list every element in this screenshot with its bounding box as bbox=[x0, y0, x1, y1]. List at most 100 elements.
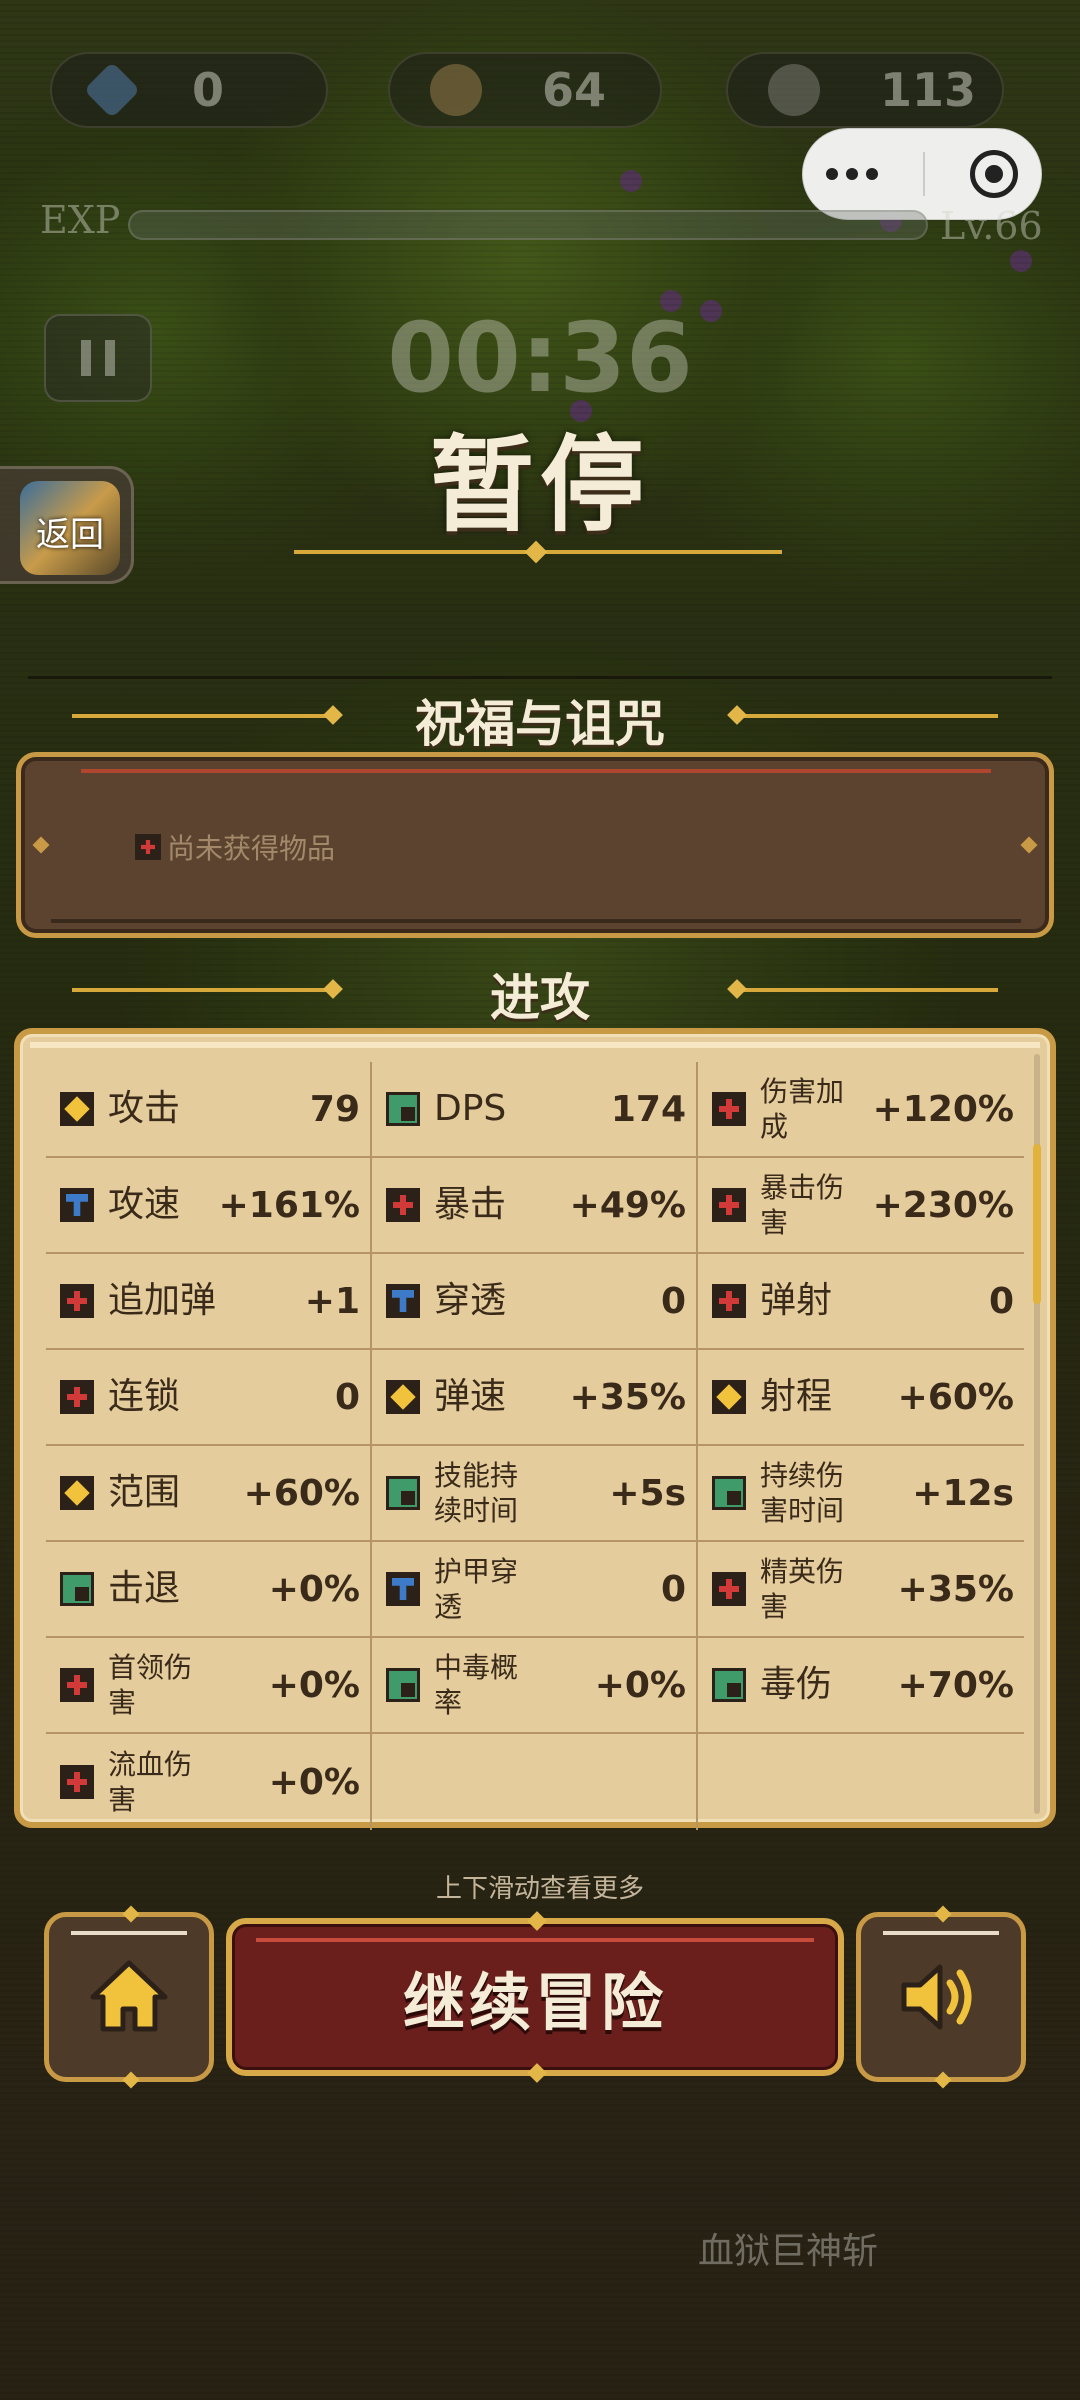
stat-cell: 攻速 +161% bbox=[46, 1158, 372, 1254]
stat-label: 弹速 bbox=[434, 1376, 507, 1418]
coin-icon bbox=[430, 64, 482, 116]
skull-icon bbox=[768, 64, 820, 116]
diamond-stat-icon bbox=[712, 1380, 746, 1414]
cross-stat-icon bbox=[60, 1765, 94, 1799]
square-stat-icon bbox=[386, 1092, 420, 1126]
stat-label: 追加弹 bbox=[108, 1280, 217, 1322]
stat-label: 毒伤 bbox=[760, 1664, 833, 1706]
stat-cell: 范围 +60% bbox=[46, 1446, 372, 1542]
stat-cell: 流血伤害 +0% bbox=[46, 1734, 372, 1830]
cross-stat-icon bbox=[60, 1284, 94, 1318]
sound-toggle-button[interactable] bbox=[856, 1905, 1026, 2089]
stat-label: 攻速 bbox=[108, 1184, 181, 1226]
cross-stat-icon bbox=[712, 1092, 746, 1126]
diamond-stat-icon bbox=[60, 1476, 94, 1510]
stat-label: 伤害加成 bbox=[760, 1075, 845, 1143]
stat-cell: 首领伤害 +0% bbox=[46, 1638, 372, 1734]
stat-cell: 弹速 +35% bbox=[372, 1350, 698, 1446]
stat-label: 弹射 bbox=[760, 1280, 833, 1322]
tee-stat-icon bbox=[386, 1572, 420, 1606]
stat-label: 射程 bbox=[760, 1376, 833, 1418]
stat-label: 护甲穿透 bbox=[434, 1555, 519, 1623]
stat-label: 技能持续时间 bbox=[434, 1459, 519, 1527]
gem-counter: 0 bbox=[50, 52, 328, 128]
cross-stat-icon bbox=[712, 1188, 746, 1222]
stat-label: 持续伤害时间 bbox=[760, 1459, 845, 1527]
stat-cell: 精英伤害 +35% bbox=[698, 1542, 1024, 1638]
stat-cell: 护甲穿透 0 bbox=[372, 1542, 698, 1638]
panel-side-diamond bbox=[1020, 836, 1038, 854]
stat-cell: 伤害加成 +120% bbox=[698, 1062, 1024, 1158]
empty-stat-cell bbox=[372, 1734, 698, 1830]
tee-stat-icon bbox=[386, 1284, 420, 1318]
stat-value: +49% bbox=[569, 1184, 686, 1226]
cross-stat-icon bbox=[712, 1572, 746, 1606]
stat-value: 0 bbox=[660, 1568, 686, 1610]
stat-cell: 弹射 0 bbox=[698, 1254, 1024, 1350]
blessings-panel: 尚未获得物品 bbox=[16, 752, 1054, 938]
stats-scrollbar[interactable] bbox=[1033, 1054, 1041, 1814]
stat-cell: 中毒概率 +0% bbox=[372, 1638, 698, 1734]
button-top-line bbox=[883, 1931, 999, 1935]
cross-icon bbox=[135, 834, 161, 860]
scrollbar-thumb[interactable] bbox=[1033, 1144, 1041, 1304]
gem-icon bbox=[83, 61, 141, 119]
stat-value: 174 bbox=[610, 1088, 686, 1130]
coin-count: 64 bbox=[542, 63, 607, 117]
coin-counter: 64 bbox=[388, 52, 662, 128]
stat-value: +161% bbox=[218, 1184, 360, 1226]
close-miniprogram-icon[interactable] bbox=[970, 150, 1019, 198]
stat-label: 穿透 bbox=[434, 1280, 507, 1322]
game-timer: 00:36 bbox=[387, 302, 693, 414]
stat-cell: 追加弹 +1 bbox=[46, 1254, 372, 1350]
stat-cell: 持续伤害时间 +12s bbox=[698, 1446, 1024, 1542]
stat-label: 中毒概率 bbox=[434, 1651, 519, 1719]
stat-value: +35% bbox=[569, 1376, 686, 1418]
stat-label: 流血伤害 bbox=[108, 1748, 193, 1816]
capsule-divider bbox=[922, 152, 925, 196]
more-options-icon[interactable] bbox=[825, 168, 878, 180]
stat-value: +230% bbox=[872, 1184, 1014, 1226]
stat-value: +1 bbox=[304, 1280, 360, 1322]
stat-label: 精英伤害 bbox=[760, 1555, 845, 1623]
stat-value: +0% bbox=[268, 1761, 360, 1803]
stat-value: +0% bbox=[268, 1664, 360, 1706]
blessings-empty-state: 尚未获得物品 bbox=[135, 827, 335, 867]
panel-top-band bbox=[30, 1042, 1040, 1048]
stat-cell: 连锁 0 bbox=[46, 1350, 372, 1446]
panel-top-line bbox=[81, 769, 991, 773]
stat-label: 首领伤害 bbox=[108, 1651, 193, 1719]
square-stat-icon bbox=[386, 1668, 420, 1702]
button-top-line bbox=[256, 1938, 814, 1942]
exp-bar bbox=[128, 210, 928, 240]
background-skill-name: 血狱巨神斩 bbox=[698, 2231, 879, 2272]
attack-heading: 进攻 bbox=[490, 969, 590, 1027]
kill-counter: 113 bbox=[726, 52, 1004, 128]
cross-stat-icon bbox=[60, 1668, 94, 1702]
stat-cell: 暴击伤害 +230% bbox=[698, 1158, 1024, 1254]
cross-stat-icon bbox=[712, 1284, 746, 1318]
pause-title: 暂停 bbox=[429, 424, 650, 546]
stat-label: 暴击伤害 bbox=[760, 1171, 845, 1239]
stat-value: +5s bbox=[609, 1472, 686, 1514]
stat-cell: 毒伤 +70% bbox=[698, 1638, 1024, 1734]
stat-label: 暴击 bbox=[434, 1184, 507, 1226]
continue-button[interactable]: 继续冒险 bbox=[226, 1911, 844, 2083]
stat-cell: 穿透 0 bbox=[372, 1254, 698, 1350]
cross-stat-icon bbox=[60, 1380, 94, 1414]
panel-side-diamond bbox=[32, 836, 50, 854]
stat-value: 0 bbox=[660, 1280, 686, 1322]
empty-stat-cell bbox=[698, 1734, 1024, 1830]
diamond-stat-icon bbox=[60, 1092, 94, 1126]
stat-value: 79 bbox=[309, 1088, 360, 1130]
stat-cell: 技能持续时间 +5s bbox=[372, 1446, 698, 1542]
scroll-hint: 上下滑动查看更多 bbox=[435, 1874, 644, 1904]
cross-stat-icon bbox=[386, 1188, 420, 1222]
stat-value: +60% bbox=[897, 1376, 1014, 1418]
attack-stats-panel[interactable]: 攻击 79 DPS 174 伤害加成 +120% 攻速 +161% 暴击 +49% 暴击伤害 +230… bbox=[14, 1028, 1056, 1830]
stat-cell: 射程 +60% bbox=[698, 1350, 1024, 1446]
stat-value: 0 bbox=[988, 1280, 1014, 1322]
home-button[interactable] bbox=[44, 1905, 214, 2089]
stat-value: +0% bbox=[594, 1664, 686, 1706]
square-stat-icon bbox=[712, 1668, 746, 1702]
